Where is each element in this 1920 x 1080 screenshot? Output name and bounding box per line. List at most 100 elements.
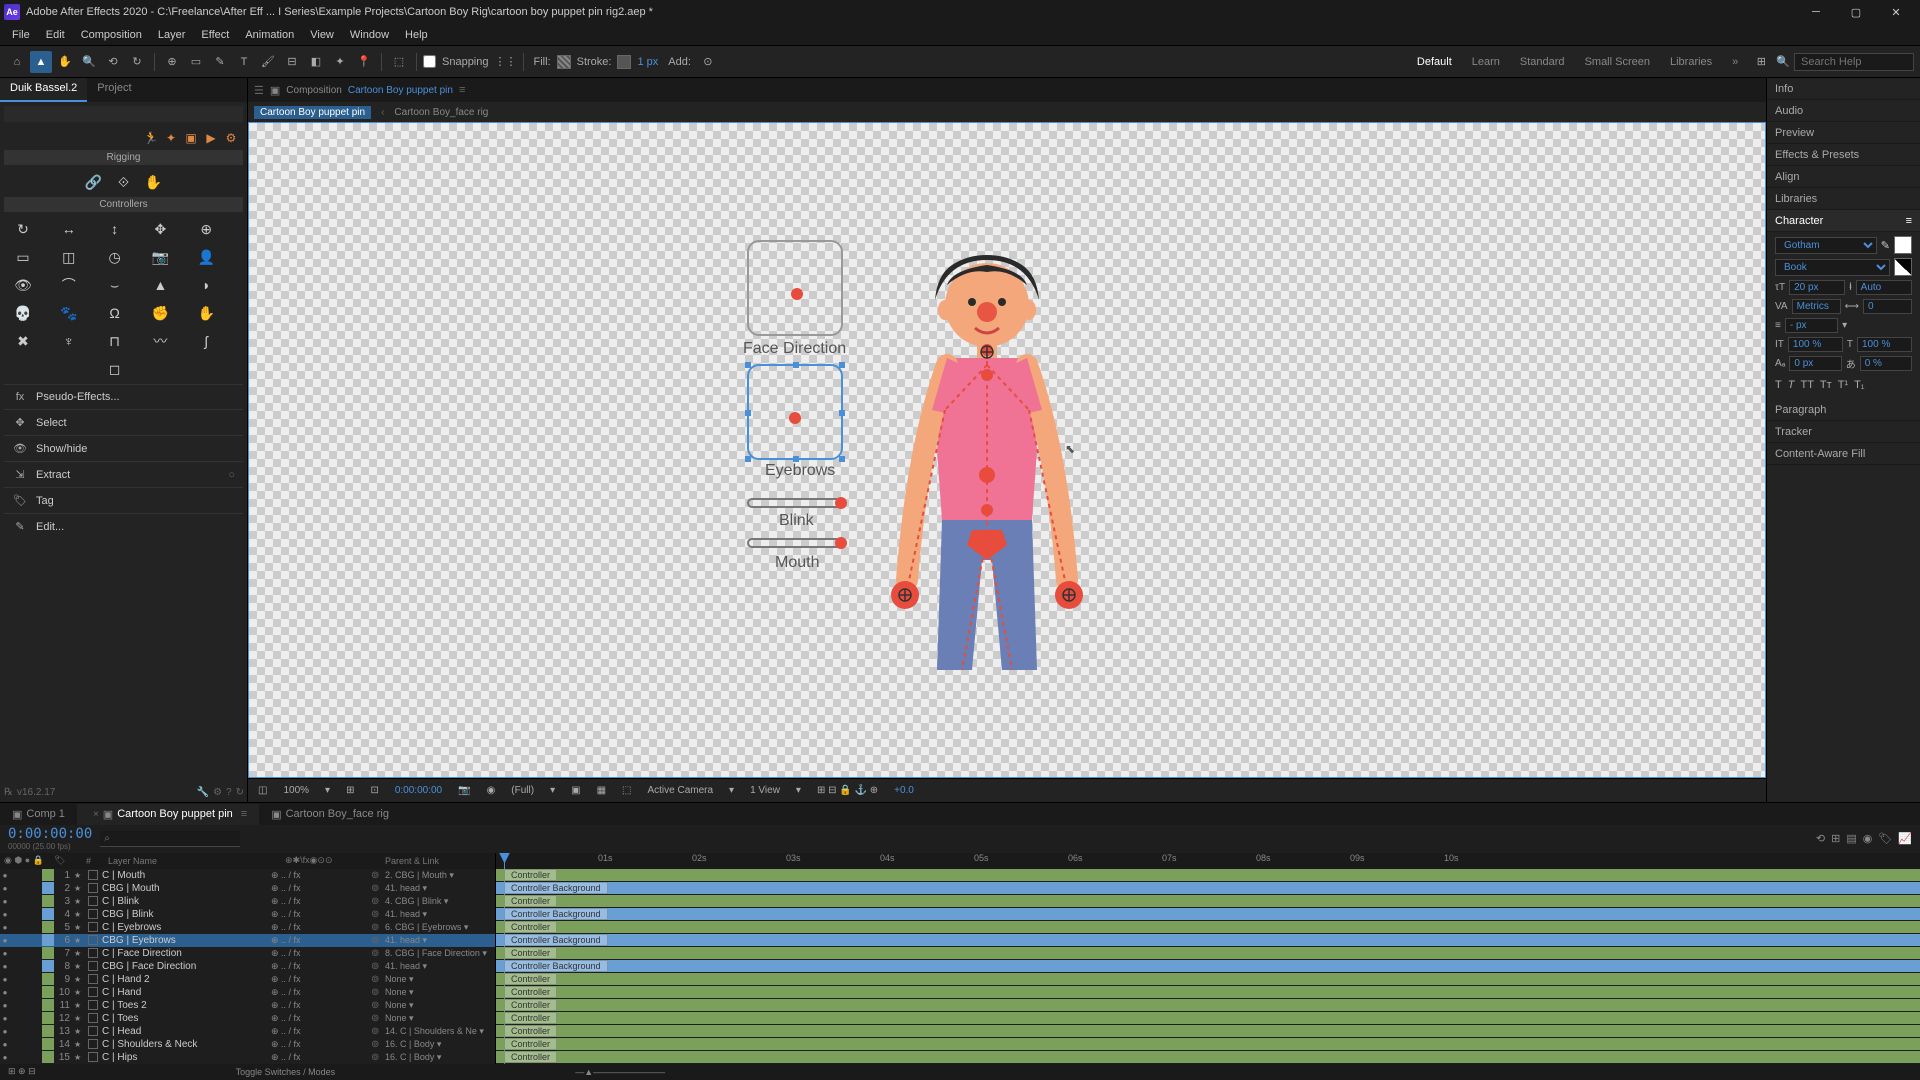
tl-tab-puppet[interactable]: ×▣Cartoon Boy puppet pin≡ bbox=[77, 804, 259, 825]
workspace-libraries[interactable]: Libraries bbox=[1662, 54, 1720, 70]
ctrl-camera-icon[interactable]: 📷 bbox=[149, 246, 171, 268]
ctrl-hips-icon[interactable]: ♆ bbox=[58, 330, 80, 352]
menu-edit[interactable]: Edit bbox=[38, 24, 73, 45]
panel-info[interactable]: Info bbox=[1767, 78, 1920, 100]
stroke-swatch[interactable] bbox=[617, 55, 631, 69]
fill-swatch[interactable] bbox=[557, 55, 571, 69]
layer-bar[interactable]: Controller bbox=[496, 973, 1920, 985]
marker-tag[interactable]: Controller Background bbox=[504, 960, 608, 972]
duik-dropdown[interactable] bbox=[4, 106, 243, 122]
toggle-switches[interactable]: Toggle Switches / Modes bbox=[236, 1067, 336, 1077]
tl-tool-4[interactable]: ◉ bbox=[1863, 832, 1873, 845]
tl-tab-facerig[interactable]: ▣Cartoon Boy_face rig bbox=[259, 804, 401, 825]
layer-row[interactable]: ● 13 ★ C | Head ⊕ .. / fx ⊚ 14. C | Shou… bbox=[0, 1025, 495, 1038]
layer-bar[interactable]: Controller bbox=[496, 921, 1920, 933]
select-button[interactable]: ✥Select bbox=[4, 409, 243, 435]
marker-tag[interactable]: Controller bbox=[504, 1025, 557, 1037]
marker-tag[interactable]: Controller bbox=[504, 921, 557, 933]
marker-tag[interactable]: Controller Background bbox=[504, 882, 608, 894]
visibility-icon[interactable]: ● bbox=[0, 1040, 10, 1049]
pickwhip-icon[interactable]: ⊚ bbox=[371, 1013, 385, 1024]
current-timecode[interactable]: 0:00:00:00 bbox=[8, 826, 92, 842]
panel-menu-icon[interactable]: ☰ bbox=[254, 84, 264, 97]
zoom-slider[interactable]: —▲———————— bbox=[575, 1067, 665, 1077]
layer-switches[interactable]: ⊕ .. / fx bbox=[271, 948, 371, 959]
marker-tag[interactable]: Controller bbox=[504, 1051, 557, 1063]
label-color[interactable] bbox=[42, 986, 54, 998]
duik-bone-icon[interactable]: ⟐ bbox=[113, 171, 135, 193]
add-button[interactable]: ⊙ bbox=[697, 51, 719, 73]
roto-tool[interactable]: ✦ bbox=[329, 51, 351, 73]
eyedropper-icon[interactable]: ✎ bbox=[1881, 239, 1890, 252]
visibility-icon[interactable]: ● bbox=[0, 975, 10, 984]
layer-bar[interactable]: Controller bbox=[496, 1012, 1920, 1024]
stroke-width-field[interactable]: - px bbox=[1785, 318, 1838, 333]
fill-color-swatch[interactable] bbox=[1894, 236, 1912, 254]
layer-row[interactable]: ● 7 ★ C | Face Direction ⊕ .. / fx ⊚ 8. … bbox=[0, 947, 495, 960]
timeline-search[interactable] bbox=[100, 831, 240, 847]
allcaps-button[interactable]: TT bbox=[1800, 379, 1813, 391]
parent-link[interactable]: 2. CBG | Mouth ▾ bbox=[385, 870, 495, 881]
footer-timecode[interactable]: 0:00:00:00 bbox=[391, 785, 446, 796]
smallcaps-button[interactable]: Tᴛ bbox=[1820, 379, 1832, 391]
layer-switches[interactable]: ⊕ .. / fx bbox=[271, 1013, 371, 1024]
shy-icon[interactable]: ★ bbox=[74, 936, 86, 945]
layer-switches[interactable]: ⊕ .. / fx bbox=[271, 922, 371, 933]
pickwhip-icon[interactable]: ⊚ bbox=[371, 922, 385, 933]
pickwhip-icon[interactable]: ⊚ bbox=[371, 961, 385, 972]
leading[interactable]: Auto bbox=[1856, 280, 1912, 295]
safe-zones-icon[interactable]: ⊞ bbox=[342, 785, 358, 796]
character-rig[interactable] bbox=[877, 250, 1097, 670]
visibility-icon[interactable]: ● bbox=[0, 884, 10, 893]
snapping-checkbox[interactable] bbox=[423, 55, 436, 68]
marker-tag[interactable]: Controller bbox=[504, 947, 557, 959]
face-direction-control[interactable] bbox=[747, 240, 843, 336]
vscale[interactable]: 100 % bbox=[1788, 337, 1843, 352]
orbit-tool[interactable]: ⟲ bbox=[102, 51, 124, 73]
rect-tool[interactable]: ▭ bbox=[185, 51, 207, 73]
shy-icon[interactable]: ★ bbox=[74, 962, 86, 971]
tab-project[interactable]: Project bbox=[87, 78, 141, 102]
menu-animation[interactable]: Animation bbox=[237, 24, 302, 45]
panel-align[interactable]: Align bbox=[1767, 166, 1920, 188]
eyebrows-control[interactable] bbox=[747, 364, 843, 460]
label-color[interactable] bbox=[42, 960, 54, 972]
hscale[interactable]: 100 % bbox=[1857, 337, 1912, 352]
layer-switches[interactable]: ⊕ .. / fx bbox=[271, 987, 371, 998]
panel-preview[interactable]: Preview bbox=[1767, 122, 1920, 144]
ctrl-paw-icon[interactable]: 🐾 bbox=[58, 302, 80, 324]
marker-tag[interactable]: Controller bbox=[504, 973, 557, 985]
duik-gear-icon[interactable]: ⚙ bbox=[223, 130, 239, 146]
panel-contentaware[interactable]: Content-Aware Fill bbox=[1767, 443, 1920, 465]
visibility-icon[interactable]: ● bbox=[0, 871, 10, 880]
label-color[interactable] bbox=[42, 869, 54, 881]
panel-paragraph[interactable]: Paragraph bbox=[1767, 399, 1920, 421]
reset-workspace-icon[interactable]: ⊞ bbox=[1750, 51, 1772, 73]
font-size[interactable]: 20 px bbox=[1789, 280, 1845, 295]
label-color[interactable] bbox=[42, 1012, 54, 1024]
menu-layer[interactable]: Layer bbox=[150, 24, 194, 45]
duik-controller-icon[interactable]: ✋ bbox=[143, 171, 165, 193]
pickwhip-icon[interactable]: ⊚ bbox=[371, 1026, 385, 1037]
shy-icon[interactable]: ★ bbox=[74, 897, 86, 906]
layer-switches[interactable]: ⊕ .. / fx bbox=[271, 961, 371, 972]
active-camera[interactable]: Active Camera bbox=[643, 785, 717, 796]
parent-link[interactable]: 14. C | Shoulders & Ne ▾ bbox=[385, 1026, 495, 1037]
anchor-tool[interactable]: ⊕ bbox=[161, 51, 183, 73]
visibility-icon[interactable]: ● bbox=[0, 1001, 10, 1010]
ctrl-body-icon[interactable]: ✖ bbox=[12, 330, 34, 352]
visibility-icon[interactable]: ● bbox=[0, 988, 10, 997]
layer-row[interactable]: ● 11 ★ C | Toes 2 ⊕ .. / fx ⊚ None ▾ bbox=[0, 999, 495, 1012]
shy-icon[interactable]: ★ bbox=[74, 949, 86, 958]
layer-row[interactable]: ● 1 ★ C | Mouth ⊕ .. / fx ⊚ 2. CBG | Mou… bbox=[0, 869, 495, 882]
tsume[interactable]: 0 % bbox=[1860, 356, 1912, 371]
transparency-icon[interactable]: ▦ bbox=[593, 785, 610, 796]
exposure[interactable]: +0.0 bbox=[890, 785, 918, 796]
ctrl-nose-icon[interactable]: ▲ bbox=[149, 274, 171, 296]
ctrl-head-icon[interactable]: 👤 bbox=[195, 246, 217, 268]
tl-tool-3[interactable]: ▤ bbox=[1846, 832, 1856, 845]
layer-switches[interactable]: ⊕ .. / fx bbox=[271, 1052, 371, 1063]
ctrl-tail-icon[interactable]: ʃ bbox=[195, 330, 217, 352]
ctrl-position-icon[interactable]: ✥ bbox=[149, 218, 171, 240]
showhide-button[interactable]: 👁Show/hide bbox=[4, 435, 243, 461]
